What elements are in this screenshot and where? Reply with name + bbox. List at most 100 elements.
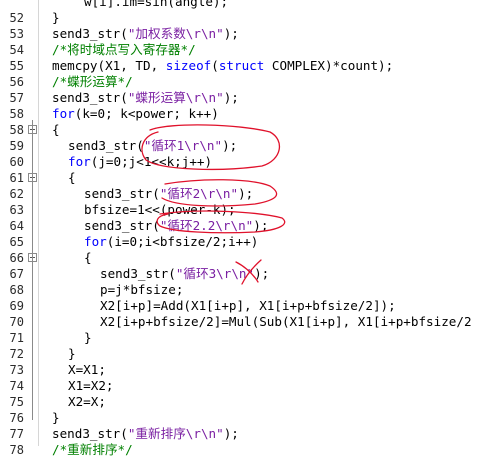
code-text: send3_str("循环2\r\n");	[84, 186, 253, 202]
code-token: }	[68, 346, 76, 361]
code-text: X2[i+p+bfsize/2]=Mul(Sub(X1[i+p], X1[i+p…	[100, 314, 472, 330]
code-token: );	[254, 266, 270, 281]
line-number: 74	[9, 379, 24, 393]
code-editor[interactable]: w[i].im=sin(angle); 52} 53 send3_str("加权系数\…	[0, 0, 478, 457]
code-line[interactable]: 59 send3_str("循环1\r\n");	[0, 138, 478, 154]
code-token: (i=0;i<bfsize/2;i++)	[106, 234, 259, 249]
code-token: X=X1;	[68, 362, 106, 377]
code-token: );	[222, 138, 238, 153]
code-line[interactable]: 74 X1=X2;	[0, 378, 478, 394]
line-number: 65	[9, 235, 24, 249]
code-token: );	[253, 218, 269, 233]
code-token: X2=X;	[68, 394, 106, 409]
code-token: (k=0; k<power; k++)	[74, 106, 219, 121]
code-token: (	[211, 58, 219, 73]
code-text: }	[68, 346, 76, 362]
code-line[interactable]: 60 for(j=0;j<1<<k;j++)	[0, 154, 478, 170]
code-token: send3_str(	[52, 426, 128, 441]
code-line[interactable]: 64 send3_str("循环2.2\r\n");	[0, 218, 478, 234]
code-line[interactable]: 52}	[0, 10, 478, 26]
code-line[interactable]: 53 send3_str("加权系数\r\n");	[0, 26, 478, 42]
code-line[interactable]: 54 /*将时域点写入寄存器*/	[0, 42, 478, 58]
code-line[interactable]: 57 send3_str("蝶形运算\r\n");	[0, 90, 478, 106]
keyword-token: for	[52, 106, 75, 121]
code-line[interactable]: 63 bfsize=1<<(power-k);	[0, 202, 478, 218]
code-token: }	[52, 10, 60, 25]
keyword-token: for	[68, 154, 91, 169]
code-line[interactable]: 70 X2[i+p+bfsize/2]=Mul(Sub(X1[i+p], X1[i…	[0, 314, 478, 330]
code-line[interactable]: 67 send3_str("循环3\r\n");	[0, 266, 478, 282]
line-number: 56	[9, 75, 24, 89]
code-text: /*将时域点写入寄存器*/	[52, 42, 196, 58]
code-text: for(j=0;j<1<<k;j++)	[68, 154, 212, 170]
code-token: {	[84, 250, 92, 265]
code-text: send3_str("蝶形运算\r\n");	[52, 90, 239, 106]
code-token: memcpy(X1, TD,	[52, 58, 166, 73]
string-token: "循环1\r\n"	[143, 138, 223, 153]
string-token: "加权系数\r\n"	[127, 26, 224, 41]
string-token: "蝶形运算\r\n"	[127, 90, 224, 105]
code-line[interactable]: 77 send3_str("重新排序\r\n");	[0, 426, 478, 442]
comment-token: /*将时域点写入寄存器*/	[52, 42, 196, 57]
code-text: for(i=0;i<bfsize/2;i++)	[84, 234, 258, 250]
line-number: 58	[9, 123, 24, 137]
line-number: 71	[9, 331, 24, 345]
code-token: send3_str(	[52, 26, 128, 41]
code-line[interactable]: 58 {	[0, 122, 478, 138]
code-text: /*重新排序*/	[52, 442, 133, 458]
code-line[interactable]: 68 p=j*bfsize;	[0, 282, 478, 298]
line-number: 67	[9, 267, 24, 281]
code-text: for(k=0; k<power; k++)	[52, 106, 219, 122]
code-line[interactable]: 65 for(i=0;i<bfsize/2;i++)	[0, 234, 478, 250]
code-line[interactable]: 62 send3_str("循环2\r\n");	[0, 186, 478, 202]
code-line[interactable]: 55 memcpy(X1, TD, sizeof(struct COMPLEX)*…	[0, 58, 478, 74]
line-number: 57	[9, 91, 24, 105]
code-text: }	[52, 10, 60, 26]
code-line[interactable]: 58 for(k=0; k<power; k++)	[0, 106, 478, 122]
keyword-token: for	[84, 234, 107, 249]
code-text: {	[52, 122, 60, 138]
fold-guide	[32, 250, 33, 340]
code-token: (j=0;j<1<<k;j++)	[90, 154, 213, 169]
keyword-token: struct	[218, 58, 265, 73]
code-token: send3_str(	[84, 218, 160, 233]
comment-token: /*蝶形运算*/	[52, 74, 133, 89]
code-token: bfsize=1<<(power-k);	[84, 202, 236, 217]
code-token: w[i].im=sin(angle);	[84, 0, 229, 9]
code-text: }	[52, 410, 60, 426]
line-number: 70	[9, 315, 24, 329]
code-text: {	[84, 250, 92, 266]
code-line[interactable]: 66 {	[0, 250, 478, 266]
code-line[interactable]: 71}	[0, 330, 478, 346]
code-token: COMPLEX)*count);	[264, 58, 394, 73]
code-text: X1=X2;	[68, 378, 114, 394]
string-token: "循环3\r\n"	[175, 266, 255, 281]
code-token: X2[i+p+bfsize/2]=Mul(Sub(X1[i+p], X1[i+p…	[100, 314, 472, 329]
code-token: X1=X2;	[68, 378, 114, 393]
code-line[interactable]: 61 {	[0, 170, 478, 186]
line-number: 52	[9, 11, 24, 25]
line-number: 68	[9, 283, 24, 297]
code-line[interactable]: 72}	[0, 346, 478, 362]
code-line[interactable]: 69 X2[i+p]=Add(X1[i+p], X1[i+p+bfsize/2])…	[0, 298, 478, 314]
code-token: send3_str(	[84, 186, 160, 201]
code-text: p=j*bfsize;	[100, 282, 183, 298]
code-token: );	[238, 186, 254, 201]
code-token: }	[84, 330, 92, 345]
code-line[interactable]: 56 /*蝶形运算*/	[0, 74, 478, 90]
code-token: );	[223, 426, 239, 441]
line-number: 53	[9, 27, 24, 41]
code-line[interactable]: w[i].im=sin(angle);	[0, 0, 478, 10]
line-number: 58	[9, 107, 24, 121]
code-text: send3_str("循环1\r\n");	[68, 138, 237, 154]
code-text: bfsize=1<<(power-k);	[84, 202, 236, 218]
code-token: }	[52, 410, 60, 425]
code-line[interactable]: 73 X=X1;	[0, 362, 478, 378]
line-number: 62	[9, 187, 24, 201]
line-number: 77	[9, 427, 24, 441]
line-number: 61	[9, 171, 24, 185]
line-number: 69	[9, 299, 24, 313]
code-line[interactable]: 75 X2=X;	[0, 394, 478, 410]
code-line[interactable]: 76}	[0, 410, 478, 426]
code-line[interactable]: 78 /*重新排序*/	[0, 442, 478, 458]
